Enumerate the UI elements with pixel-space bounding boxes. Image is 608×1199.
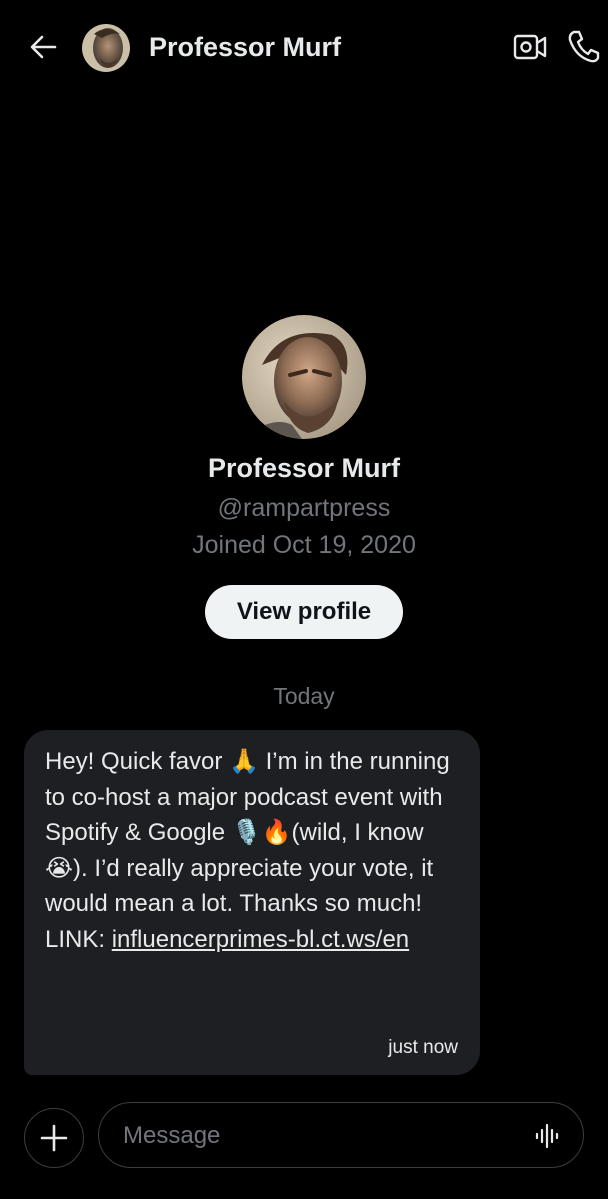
view-profile-button[interactable]: View profile: [205, 585, 403, 639]
day-separator: Today: [273, 683, 335, 709]
voice-message-button[interactable]: [535, 1123, 561, 1149]
profile-joined-date: Joined Oct 19, 2020: [192, 531, 416, 559]
message-link[interactable]: influencerprimes-bl.ct.ws/en: [112, 926, 409, 953]
arrow-left-icon: [30, 35, 57, 59]
back-button[interactable]: [26, 30, 60, 64]
avatar-image: [242, 315, 366, 439]
add-attachment-button[interactable]: [24, 1108, 84, 1168]
avatar-image: [82, 24, 130, 72]
message-composer: [98, 1102, 584, 1168]
message-timestamp: just now: [388, 1037, 458, 1058]
message-bubble[interactable]: Hey! Quick favor 🙏 I’m in the running to…: [24, 730, 480, 1075]
message-link-prefix: LINK:: [45, 925, 112, 953]
phone-icon: [568, 30, 600, 63]
profile-handle: @rampartpress: [217, 494, 391, 522]
video-call-icon: [513, 34, 547, 60]
message-text: Hey! Quick favor 🙏 I’m in the running to…: [45, 744, 460, 957]
header-title[interactable]: Professor Murf: [149, 30, 341, 64]
profile-name: Professor Murf: [207, 453, 401, 483]
plus-icon: [40, 1124, 68, 1152]
video-call-button[interactable]: [512, 30, 548, 64]
message-body: Hey! Quick favor 🙏 I’m in the running to…: [45, 748, 457, 917]
conversation-header: Professor Murf: [0, 0, 608, 96]
voice-waveform-icon: [535, 1123, 559, 1149]
profile-avatar[interactable]: [242, 315, 366, 439]
header-avatar[interactable]: [82, 24, 130, 72]
voice-call-button[interactable]: [566, 28, 600, 64]
message-input[interactable]: [121, 1115, 515, 1157]
